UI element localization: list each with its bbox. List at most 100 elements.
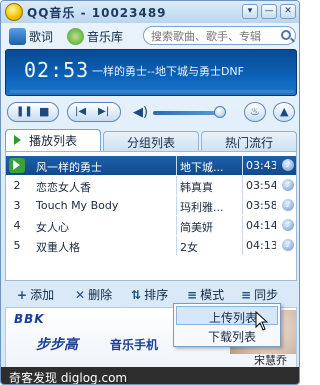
- music-note-icon[interactable]: ♪: [282, 219, 294, 231]
- music-library-icon: [67, 27, 84, 45]
- mode-button[interactable]: ≡ 模式: [187, 286, 224, 303]
- x-icon: ✕: [75, 287, 86, 302]
- volume-slider[interactable]: [153, 111, 219, 115]
- library-button[interactable]: 音乐库: [67, 26, 123, 46]
- song-title: 双重人格: [36, 241, 80, 254]
- song-artist: 地下城...: [180, 161, 224, 174]
- music-note-icon[interactable]: ♪: [282, 239, 294, 251]
- playlist-row[interactable]: 2 恋恋女人香 韩真真 03:54 ♪: [6, 176, 296, 195]
- window-title: QQ音乐 - 10023489: [27, 6, 167, 20]
- column-divider: [242, 156, 243, 175]
- search-icon[interactable]: [281, 30, 291, 40]
- minimize-button[interactable]: —: [261, 4, 277, 19]
- song-artist: 玛利雅...: [180, 201, 224, 214]
- plus-icon: +: [17, 287, 28, 302]
- tab-hot-pop-label: 热门流行: [224, 136, 273, 150]
- volume-icon[interactable]: ◀): [133, 105, 148, 120]
- skin-button[interactable]: ♨: [244, 102, 266, 122]
- volume-slider-handle[interactable]: [214, 106, 226, 118]
- song-duration: 04:14: [246, 219, 276, 232]
- song-artist: 简美妍: [180, 221, 213, 234]
- mouse-cursor-icon: [255, 311, 269, 331]
- mode-label: 模式: [200, 288, 225, 302]
- playlist-row[interactable]: 风一样的勇士 地下城... 03:43 ♪: [6, 156, 296, 175]
- lyrics-label: 歌词: [29, 29, 54, 44]
- next-button[interactable]: ▶|: [98, 106, 109, 117]
- sort-icon: ⇅: [131, 287, 142, 302]
- music-note-icon[interactable]: ♪: [282, 179, 294, 191]
- qq-music-logo-icon: [5, 3, 23, 21]
- ad-product: 音乐手机: [110, 338, 159, 352]
- delete-label: 删除: [88, 288, 113, 302]
- column-divider: [242, 216, 243, 235]
- column-divider: [242, 236, 243, 255]
- up-arrow-icon: ▲: [280, 105, 289, 118]
- tab-group-list-label: 分组列表: [126, 136, 175, 150]
- paint-bucket-icon: ♨: [250, 105, 260, 118]
- sort-button[interactable]: ⇅ 排序: [131, 286, 168, 303]
- title-bar[interactable]: QQ音乐 - 10023489 ▾ — ✕: [1, 1, 299, 23]
- ad-brand: 步步高: [36, 337, 78, 353]
- sync-label: 同步: [254, 288, 279, 302]
- song-duration: 03:43: [246, 159, 276, 172]
- song-title: 风一样的勇士: [36, 161, 102, 174]
- song-duration: 03:58: [246, 199, 276, 212]
- playlist-tabs: 播放列表 分组列表 热门流行: [5, 129, 297, 151]
- column-divider: [176, 156, 177, 175]
- now-playing-arrow: [13, 160, 20, 170]
- now-playing-title: 一样的勇士--地下城与勇士DNF: [92, 65, 244, 78]
- column-divider: [176, 196, 177, 215]
- playlist-actions-bar: + 添加 ✕ 删除 ⇅ 排序 ≡ 模式 ≡ 同步: [5, 283, 297, 305]
- upload-button[interactable]: ▲: [273, 102, 295, 122]
- playlist-row[interactable]: 4 女人心 简美妍 04:14 ♪: [6, 216, 296, 235]
- music-note-icon[interactable]: ♪: [282, 199, 294, 211]
- play-time: 02:53: [24, 58, 90, 82]
- sync-button[interactable]: ≡ 同步: [241, 286, 278, 303]
- column-divider: [242, 176, 243, 195]
- library-label: 音乐库: [87, 29, 124, 44]
- song-title: 女人心: [36, 221, 69, 234]
- playlist: 风一样的勇士 地下城... 03:43 ♪ 2 恋恋女人香 韩真真 03:54 …: [5, 151, 297, 281]
- playlist-row[interactable]: 3 Touch My Body 玛利雅... 03:58 ♪: [6, 196, 296, 215]
- qq-music-window: QQ音乐 - 10023489 ▾ — ✕ 歌词 音乐库 02:53 一样的勇士…: [0, 0, 300, 385]
- music-note-icon[interactable]: ♪: [282, 159, 294, 171]
- song-artist: 韩真真: [180, 181, 213, 194]
- song-index: 4: [13, 219, 21, 232]
- stop-button[interactable]: ■: [39, 105, 49, 118]
- song-duration: 04:13: [246, 239, 276, 252]
- now-playing-display: 02:53 一样的勇士--地下城与勇士DNF: [5, 49, 297, 96]
- play-stop-group: ❚❚ ■: [7, 102, 59, 122]
- prev-next-group: |◀ ▶|: [67, 102, 121, 122]
- tab-hot-pop[interactable]: 热门流行: [201, 131, 297, 151]
- bbk-logo: BBK: [14, 312, 45, 326]
- tab-playlist[interactable]: 播放列表: [5, 129, 101, 151]
- tab-group-list[interactable]: 分组列表: [103, 131, 199, 151]
- delete-button[interactable]: ✕ 删除: [75, 286, 112, 303]
- lyrics-button[interactable]: 歌词: [9, 26, 53, 46]
- lyrics-icon: [9, 27, 26, 45]
- close-button[interactable]: ✕: [280, 4, 296, 19]
- tab-playlist-label: 播放列表: [28, 134, 77, 148]
- song-index: 2: [13, 179, 21, 192]
- song-index: 3: [13, 199, 21, 212]
- sort-label: 排序: [144, 288, 169, 302]
- song-duration: 03:54: [246, 179, 276, 192]
- seek-bar[interactable]: [10, 90, 294, 93]
- column-divider: [176, 176, 177, 195]
- player-controls: ❚❚ ■ |◀ ▶| ◀) ♨ ▲: [1, 96, 299, 128]
- menu-button[interactable]: ▾: [242, 4, 258, 19]
- list-icon: ≡: [241, 287, 252, 302]
- playlist-row[interactable]: 5 双重人格 2女 04:13 ♪: [6, 236, 296, 255]
- column-divider: [242, 196, 243, 215]
- song-title: 恋恋女人香: [36, 181, 91, 194]
- pause-button[interactable]: ❚❚: [16, 106, 33, 117]
- song-artist: 2女: [180, 241, 198, 254]
- add-button[interactable]: + 添加: [17, 286, 54, 303]
- column-divider: [176, 236, 177, 255]
- toolbar: 歌词 音乐库: [1, 23, 299, 49]
- play-icon: [14, 135, 21, 145]
- song-title: Touch My Body: [36, 199, 119, 212]
- previous-button[interactable]: |◀: [75, 106, 86, 117]
- ad-endorser: 宋慧乔: [254, 354, 287, 367]
- search-input[interactable]: [143, 26, 296, 45]
